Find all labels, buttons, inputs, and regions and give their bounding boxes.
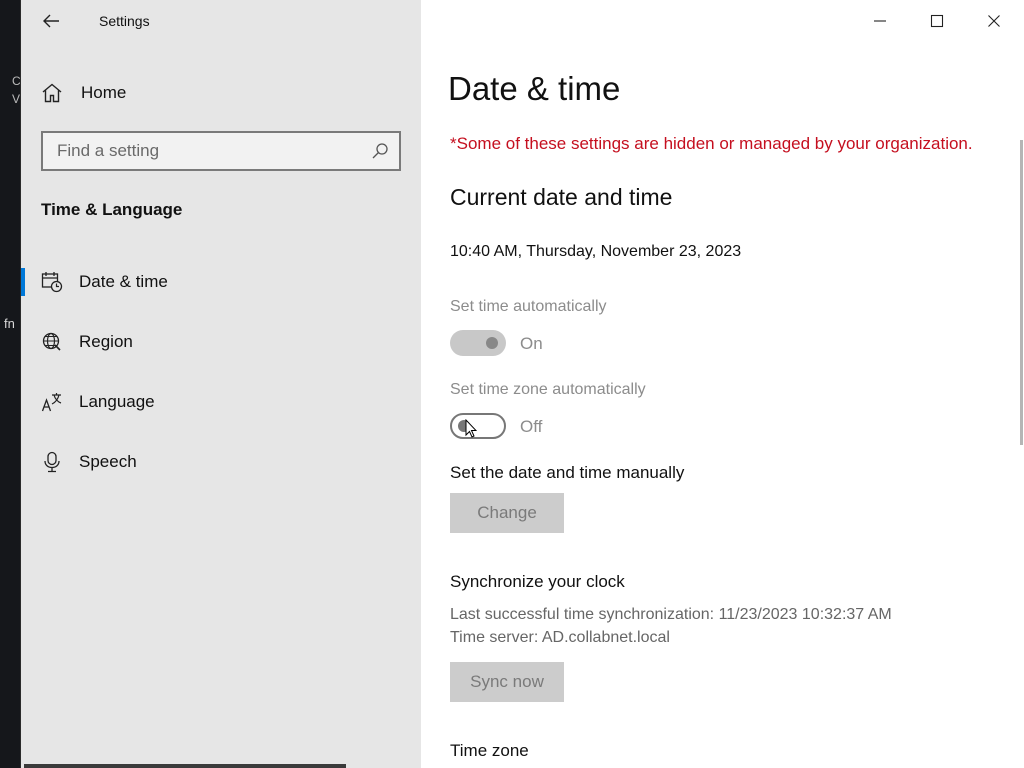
toggle-state-label: On: [520, 334, 543, 353]
set-time-zone-automatically-label: Set time zone automatically: [450, 381, 646, 398]
current-date-time-heading: Current date and time: [450, 184, 673, 210]
desktop-text-fragment: fn: [4, 316, 15, 331]
current-date-time-value: 10:40 AM, Thursday, November 23, 2023: [450, 243, 742, 260]
sidebar-item-label: Language: [79, 392, 155, 411]
change-button[interactable]: Change: [450, 493, 564, 533]
home-label: Home: [81, 83, 127, 102]
settings-window: Settings Home Time & Language Date & tim…: [20, 0, 1024, 768]
mouse-pointer-icon: [465, 419, 477, 438]
taskbar-edge: [24, 764, 346, 768]
microphone-icon: [44, 451, 60, 473]
sidebar-item-speech[interactable]: Speech: [21, 442, 421, 482]
calendar-clock-icon: [41, 272, 63, 293]
toggle-state-label: Off: [520, 417, 543, 436]
set-time-automatically-toggle[interactable]: [450, 330, 506, 356]
back-button[interactable]: [37, 8, 65, 34]
scrollbar[interactable]: [1020, 140, 1023, 445]
search-box[interactable]: [41, 131, 401, 171]
sidebar: Settings Home Time & Language Date & tim…: [21, 0, 421, 768]
sidebar-item-label: Date & time: [79, 272, 168, 291]
desktop-text-fragment: V: [12, 92, 21, 106]
close-icon: [987, 15, 1000, 27]
set-date-time-manually-heading: Set the date and time manually: [450, 463, 685, 482]
maximize-button[interactable]: [908, 0, 965, 42]
time-server-text: Time server: AD.collabnet.local: [450, 629, 670, 646]
set-time-zone-automatically-toggle[interactable]: [450, 413, 506, 439]
main-panel: Date & time *Some of these settings are …: [421, 0, 1024, 768]
time-zone-heading: Time zone: [450, 741, 529, 760]
sidebar-item-language[interactable]: Language: [21, 382, 421, 422]
back-arrow-icon: [43, 14, 59, 28]
sidebar-item-label: Speech: [79, 452, 137, 471]
search-input[interactable]: [57, 141, 357, 161]
home-nav-item[interactable]: Home: [41, 76, 126, 110]
managed-by-organization-notice: *Some of these settings are hidden or ma…: [450, 134, 973, 153]
search-icon[interactable]: [371, 142, 389, 160]
sidebar-item-region[interactable]: Region: [21, 322, 421, 362]
sidebar-item-label: Region: [79, 332, 133, 351]
section-title: Time & Language: [41, 200, 183, 219]
sync-now-button[interactable]: Sync now: [450, 662, 564, 702]
close-button[interactable]: [965, 0, 1022, 42]
desktop-background: C V fn: [0, 0, 21, 768]
synchronize-clock-heading: Synchronize your clock: [450, 572, 625, 591]
page-title: Date & time: [448, 70, 621, 107]
globe-icon: [42, 332, 61, 351]
minimize-icon: [873, 20, 886, 22]
app-title: Settings: [99, 13, 150, 29]
last-sync-text: Last successful time synchronization: 11…: [450, 606, 892, 623]
maximize-icon: [930, 14, 943, 28]
minimize-button[interactable]: [851, 0, 908, 42]
toggle-knob: [486, 337, 498, 349]
sidebar-item-date-time[interactable]: Date & time: [21, 262, 421, 302]
language-icon: [41, 393, 62, 412]
set-time-automatically-label: Set time automatically: [450, 298, 607, 315]
home-icon: [42, 83, 62, 103]
